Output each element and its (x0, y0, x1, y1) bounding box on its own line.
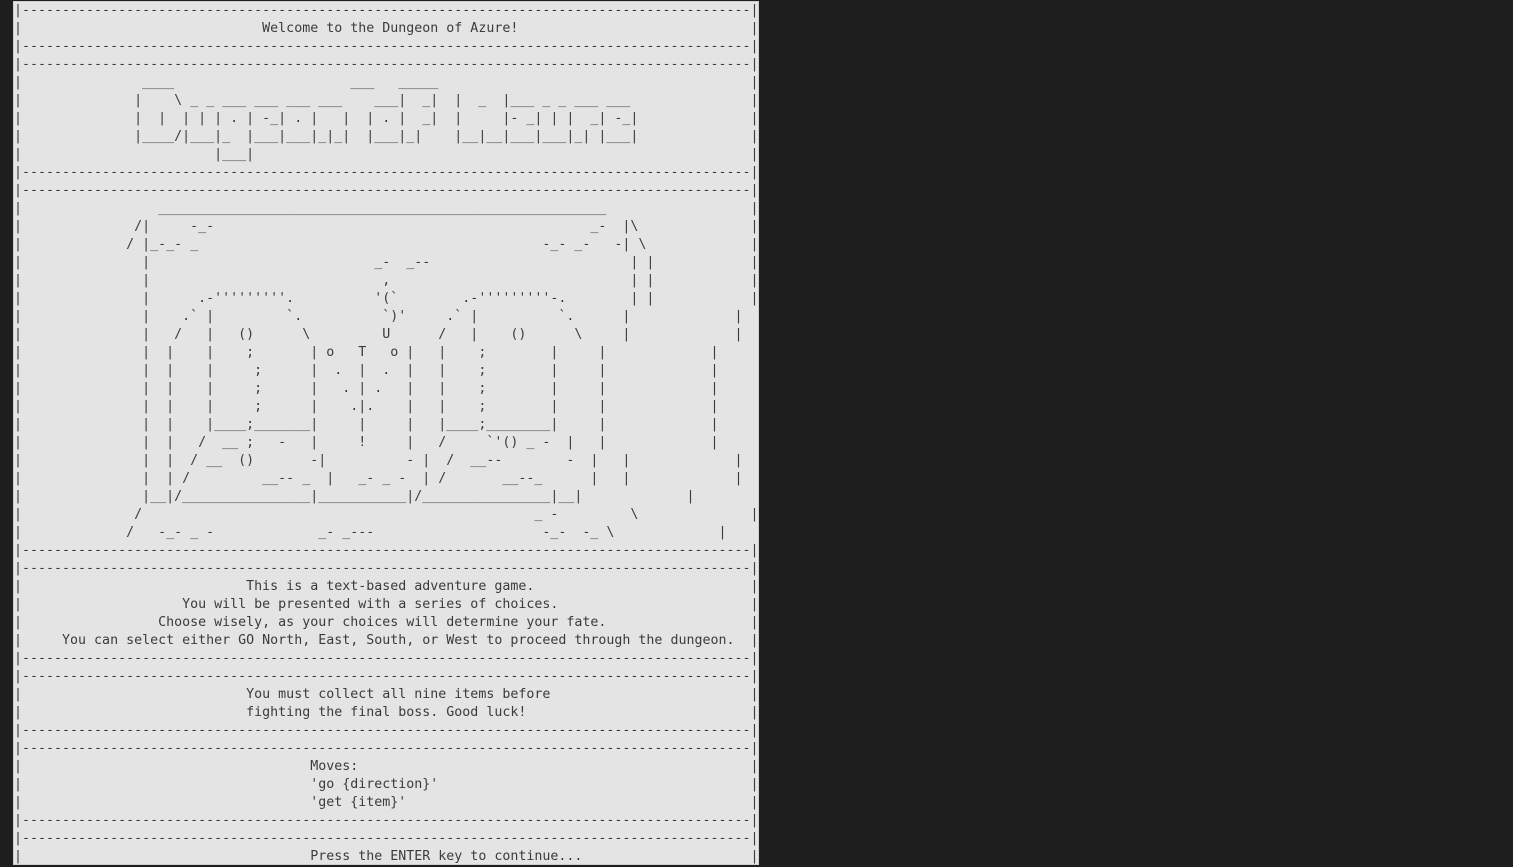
ascii-art-line: | | , | | | (14, 273, 758, 288)
ascii-art-line: | ______________________________________… (14, 201, 758, 216)
terminal-output: |---------------------------------------… (14, 2, 758, 864)
border-line: |---------------------------------------… (14, 165, 758, 180)
ascii-art-line: | / |_-_- _ -_- _- -| \ | (14, 237, 758, 252)
border-line: |---------------------------------------… (14, 3, 758, 18)
ascii-art-line: | | | / __ ; - | ! | / `'() _ - | | | (14, 435, 719, 450)
ascii-art-line: | | _- _-- | | | (14, 255, 758, 270)
move-go-direction: | 'go {direction}' | (14, 777, 758, 792)
goal-text-line: | fighting the final boss. Good luck! | (14, 705, 758, 720)
ascii-art-line: | | | | ; | . | . | | ; | | | (14, 381, 719, 396)
ascii-art-line: | | | | ; | . | . | | ; | | | (14, 363, 719, 378)
continue-prompt[interactable]: | Press the ENTER key to continue... | (14, 848, 758, 864)
terminal-window[interactable]: |---------------------------------------… (14, 2, 758, 864)
border-line: |---------------------------------------… (14, 813, 758, 828)
intro-text-line: | You will be presented with a series of… (14, 597, 758, 612)
move-get-item: | 'get {item}' | (14, 795, 758, 810)
ascii-art-line: | | | |____;_______| | | |____;________|… (14, 417, 719, 432)
border-line: |---------------------------------------… (14, 651, 758, 666)
ascii-art-line: | / -_- _ - _- _--- -_- -_ \ | (14, 525, 727, 540)
ascii-art-line: | / _ - \ | (14, 507, 758, 522)
ascii-art-line: | /| -_- _- |\ | (14, 219, 758, 234)
border-line: |---------------------------------------… (14, 183, 758, 198)
border-line: |---------------------------------------… (14, 831, 758, 846)
welcome-title: | Welcome to the Dungeon of Azure! | (14, 21, 758, 36)
border-line: |---------------------------------------… (14, 57, 758, 72)
intro-text-line: | You can select either GO North, East, … (14, 633, 758, 648)
ascii-logo-line: | | \ _ _ ___ ___ ___ ___ ___| _| | _ |_… (14, 93, 758, 108)
ascii-art-line: | | | | ; | .|. | | ; | | | (14, 399, 719, 414)
intro-text-line: | This is a text-based adventure game. | (14, 579, 758, 594)
border-line: |---------------------------------------… (14, 39, 758, 54)
ascii-logo-line: | |____/|___|_ |___|___|_|_| |___|_| |__… (14, 129, 758, 144)
border-line: |---------------------------------------… (14, 741, 758, 756)
border-line: |---------------------------------------… (14, 561, 758, 576)
ascii-art-line: | | | | ; | o T o | | ; | | | (14, 345, 719, 360)
ascii-logo-line: | ____ ___ _____ | (14, 75, 758, 90)
ascii-logo-line: | |___| | (14, 147, 758, 162)
ascii-art-line: | | / | () \ U / | () \ | | (14, 327, 743, 342)
moves-heading: | Moves: | (14, 759, 758, 774)
ascii-logo-line: | | | | | | . | -_| . | | | . | _| | |- … (14, 111, 758, 126)
border-line: |---------------------------------------… (14, 543, 758, 558)
ascii-art-line: | |__|/________________|___________|/___… (14, 489, 695, 504)
border-line: |---------------------------------------… (14, 669, 758, 684)
ascii-art-line: | | .` | `. `)' .` | `. | | (14, 309, 743, 324)
goal-text-line: | You must collect all nine items before… (14, 687, 758, 702)
ascii-art-line: | | | / __ () -| - | / __-- - | | | (14, 453, 743, 468)
border-line: |---------------------------------------… (14, 723, 758, 738)
intro-text-line: | Choose wisely, as your choices will de… (14, 615, 758, 630)
ascii-art-line: | | .-'''''''''. '(` .-'''''''''-. | | | (14, 291, 758, 306)
ascii-art-line: | | | / __-- _ | _- _ - | / __--_ | | | (14, 471, 743, 486)
